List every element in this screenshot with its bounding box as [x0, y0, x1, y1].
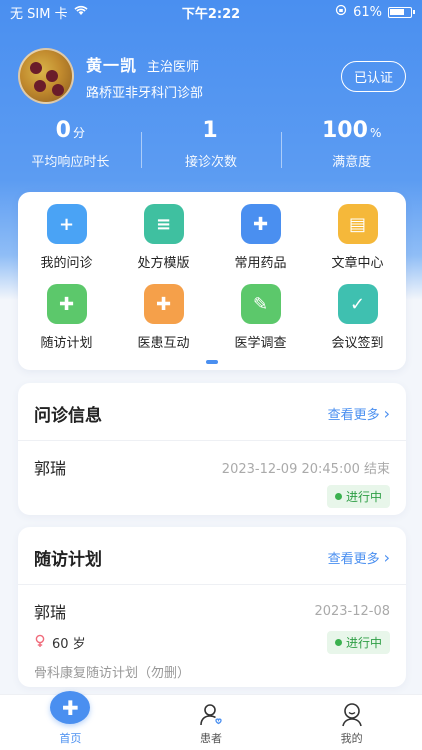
menu-item-label: 我的问诊 [40, 256, 93, 271]
status-badge: 进行中 [326, 631, 390, 654]
profile-icon [341, 703, 362, 727]
menu-item-label: 随访计划 [40, 336, 93, 351]
menu-item-consult[interactable]: + 我的问诊 [18, 204, 115, 284]
orientation-lock-icon [335, 4, 347, 20]
menu-item-followup[interactable]: ✚ 随访计划 [18, 284, 115, 364]
wifi-icon [74, 5, 88, 20]
menu-item-label: 医患互动 [137, 336, 190, 351]
followup-date: 2023-12-08 [314, 603, 390, 619]
patient-age: 60 岁 [52, 637, 86, 652]
doctor-name: 黄一凯 [86, 55, 138, 75]
menu-item-label: 常用药品 [234, 256, 287, 271]
consult-time: 2023-12-09 20:45:00 结束 [221, 461, 390, 477]
tab-bar: ✚ 首页 患者 我的 [0, 691, 422, 750]
consult-row[interactable]: 郭瑞 2023-12-09 20:45:00 结束 [18, 455, 406, 479]
status-badge: 进行中 [326, 485, 390, 508]
menu-item-medicine[interactable]: ✚ 常用药品 [212, 204, 309, 284]
tab-label: 患者 [200, 732, 222, 745]
more-label: 查看更多 [327, 552, 380, 567]
consult-info-card: 问诊信息 查看更多 › 郭瑞 2023-12-09 20:45:00 结束 进行中 [18, 383, 406, 515]
doctor-profile: 黄一凯 主治医师 路桥亚非牙科门诊部 已认证 [18, 46, 406, 106]
chevron-right-icon: › [383, 548, 390, 567]
tab-home[interactable]: ✚ 首页 [0, 691, 141, 750]
stat-label: 接诊次数 [185, 155, 238, 170]
clock: 下午2:22 [181, 6, 241, 22]
tab-label: 首页 [59, 732, 82, 745]
status-text: 进行中 [345, 490, 382, 504]
menu-item-label: 医学调查 [234, 336, 287, 351]
followup-more-link[interactable]: 查看更多 › [328, 548, 390, 567]
chevron-right-icon: › [383, 404, 390, 423]
menu-item-article[interactable]: ▤ 文章中心 [309, 204, 406, 284]
tab-mine[interactable]: 我的 [281, 695, 422, 750]
divider [18, 584, 406, 585]
carrier-label: 无 SIM 卡 [10, 6, 68, 22]
stat-label: 满意度 [332, 155, 372, 170]
menu-item-label: 处方模版 [137, 256, 190, 271]
menu-item-checkin[interactable]: ✓ 会议签到 [309, 284, 406, 364]
stat-value: 0 [55, 118, 71, 143]
feature-menu: + 我的问诊 ≡ 处方模版 ✚ 常用药品 ▤ 文章中心 ✚ 随访计划 ✚ 医患互动 ✎ 医学调查 ✓ 会议签到 [18, 192, 406, 370]
consult-card-title: 问诊信息 [34, 406, 102, 426]
consult-more-link[interactable]: 查看更多 › [328, 404, 390, 423]
patient-name: 郭瑞 [34, 603, 67, 622]
stat-value: 1 [202, 118, 218, 143]
followup-icon: ✚ [46, 284, 87, 324]
stat-consult-count: 1 接诊次数 [140, 118, 282, 170]
menu-item-label: 会议签到 [331, 336, 384, 351]
consult-icon: + [46, 204, 87, 244]
page-indicator [206, 360, 218, 364]
stat-satisfaction: 100% 满意度 [281, 118, 422, 170]
stat-unit: 分 [72, 126, 85, 140]
female-icon [34, 634, 46, 652]
stat-response-time: 0分 平均响应时长 [0, 118, 141, 170]
clinic-name: 路桥亚非牙科门诊部 [86, 85, 204, 101]
stat-value: 100 [322, 118, 368, 143]
menu-item-survey[interactable]: ✎ 医学调查 [212, 284, 309, 364]
avatar[interactable] [18, 48, 74, 104]
checkin-icon: ✓ [337, 284, 378, 324]
prescription-icon: ≡ [143, 204, 184, 244]
status-bar: 无 SIM 卡 下午2:22 61% [0, 0, 422, 24]
plan-name: 骨科康复随访计划（勿删） [34, 666, 191, 681]
stat-label: 平均响应时长 [31, 155, 110, 170]
menu-item-interaction[interactable]: ✚ 医患互动 [115, 284, 212, 364]
home-icon: ✚ [50, 691, 91, 724]
followup-row[interactable]: 郭瑞 2023-12-08 [18, 599, 406, 623]
stats-row: 0分 平均响应时长 1 接诊次数 100% 满意度 [0, 118, 422, 170]
followup-plan-card: 随访计划 查看更多 › 郭瑞 2023-12-08 60 岁 进行中 骨科康复随访… [18, 527, 406, 687]
doctor-title: 主治医师 [147, 59, 200, 75]
battery-icon [388, 6, 415, 18]
tab-patients[interactable]: 患者 [141, 695, 282, 750]
verified-button[interactable]: 已认证 [340, 60, 406, 92]
tab-label: 我的 [340, 732, 363, 745]
stat-unit: % [369, 126, 382, 140]
patient-name: 郭瑞 [34, 459, 67, 478]
status-text: 进行中 [345, 636, 382, 650]
patients-icon [200, 704, 222, 726]
menu-item-label: 文章中心 [331, 256, 384, 271]
followup-card-title: 随访计划 [34, 550, 102, 570]
survey-icon: ✎ [240, 284, 281, 324]
interaction-icon: ✚ [143, 284, 184, 324]
article-icon: ▤ [337, 204, 378, 244]
menu-item-prescription[interactable]: ≡ 处方模版 [115, 204, 212, 284]
divider [18, 440, 406, 441]
medicine-icon: ✚ [240, 204, 281, 244]
battery-percent: 61% [353, 4, 382, 20]
more-label: 查看更多 [327, 408, 380, 423]
